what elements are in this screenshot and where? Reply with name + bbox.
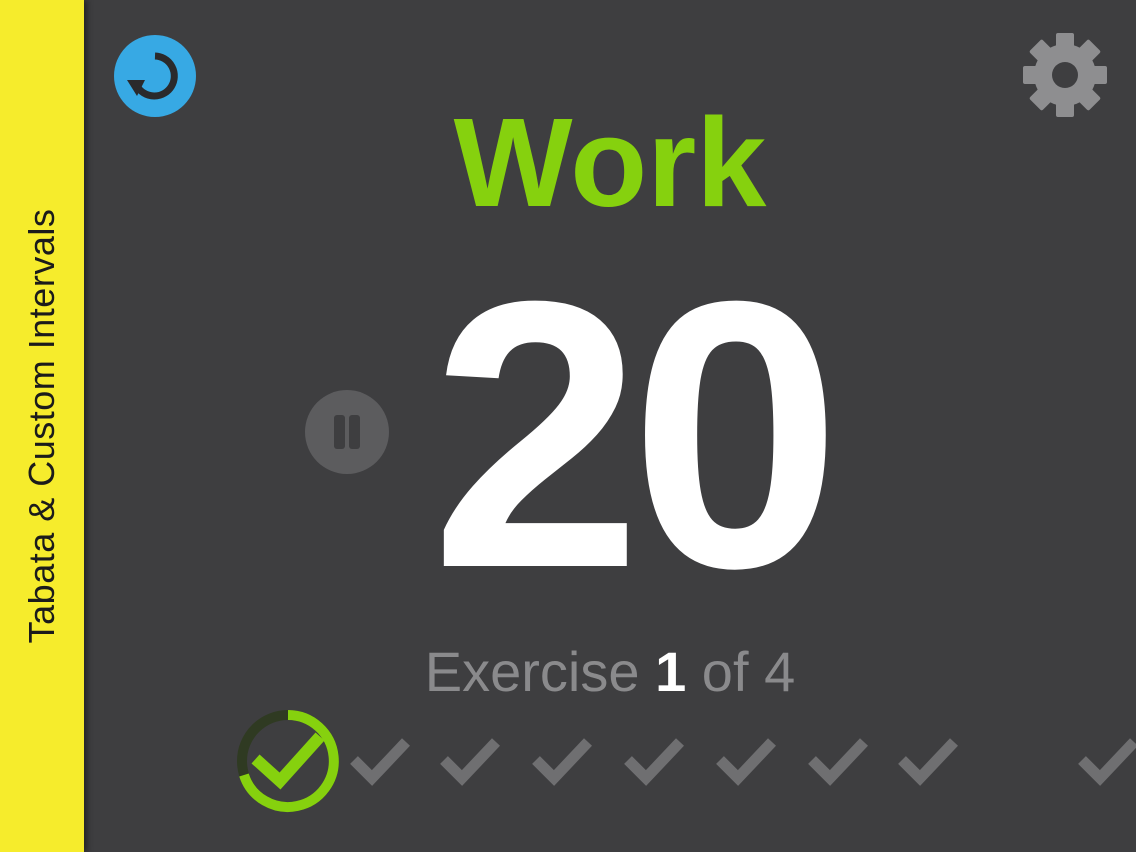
round-check-icon	[532, 738, 592, 786]
exercise-current: 1	[655, 640, 687, 703]
round-check-icon	[1078, 738, 1136, 786]
app-title: Tabata & Custom Intervals	[21, 208, 62, 644]
round-check-icon	[440, 738, 500, 786]
gear-icon	[1023, 33, 1107, 117]
exercise-counter: Exercise 1 of 4	[360, 640, 860, 704]
reset-button[interactable]	[113, 34, 197, 118]
round-check-icon	[350, 738, 410, 786]
phase-label: Work	[453, 92, 767, 233]
round-progress	[0, 700, 1136, 830]
round-check-icon	[808, 738, 868, 786]
round-current-check-icon	[237, 710, 339, 812]
round-check-icon	[624, 738, 684, 786]
countdown-seconds: 20	[430, 222, 842, 647]
exercise-prefix: Exercise	[424, 640, 640, 703]
round-check-icon	[898, 738, 958, 786]
settings-button[interactable]	[1020, 30, 1110, 120]
exercise-total: 4	[764, 640, 796, 703]
round-check-icon	[716, 738, 776, 786]
exercise-of: of	[701, 640, 749, 703]
pause-icon	[334, 415, 345, 449]
reset-icon	[114, 35, 196, 117]
